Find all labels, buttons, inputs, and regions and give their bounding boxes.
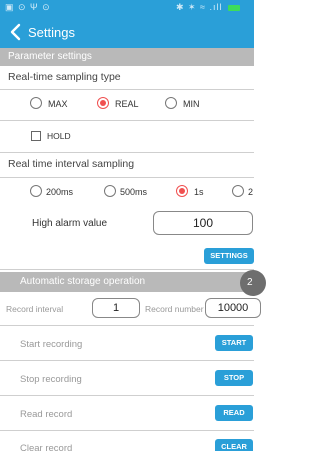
hold-checkbox[interactable] [31,131,41,141]
radio-200ms-label: 200ms [46,187,74,197]
app-bar: Settings [0,16,254,48]
interval-sampling-title: Real time interval sampling [8,158,135,170]
radio-2s-label: 2 [248,187,254,197]
status-icons-left: ▣ ⊙ Ψ ⊙ [5,2,51,12]
divider [0,89,254,90]
radio-1s[interactable] [176,185,188,197]
clear-button[interactable]: CLEAR [215,439,253,451]
radio-500ms[interactable] [104,185,116,197]
record-interval-label: Record interval [6,304,64,314]
hold-label: HOLD [47,131,71,141]
radio-real[interactable] [97,97,109,109]
radio-2s[interactable] [232,185,244,197]
radio-200ms[interactable] [30,185,42,197]
sampling-type-title: Real-time sampling type [8,71,121,83]
high-alarm-label: High alarm value [32,218,108,229]
record-number-input[interactable]: 10000 [205,298,261,318]
storage-header: Automatic storage operation [0,272,254,292]
radio-500ms-label: 500ms [120,187,148,197]
stop-button[interactable]: STOP [215,370,253,386]
radio-max-label: MAX [48,99,68,109]
page-title: Settings [28,25,75,40]
stop-recording-label: Stop recording [20,374,82,385]
settings-button[interactable]: SETTINGS [204,248,254,264]
battery-icon [228,4,240,11]
radio-min-label: MIN [183,99,200,109]
start-recording-label: Start recording [20,339,83,350]
divider [0,430,254,431]
divider [0,120,254,121]
divider [0,360,254,361]
floating-badge[interactable]: 2 [240,270,266,296]
status-bar: ▣ ⊙ Ψ ⊙ ✱ ✶ ≈ .ıll [0,0,254,16]
divider [0,177,254,178]
signal-icons: ✱ ✶ ≈ .ıll [175,2,223,12]
divider [0,395,254,396]
read-record-label: Read record [20,409,73,420]
back-arrow-icon[interactable] [8,23,24,41]
divider [0,269,254,270]
read-button[interactable]: READ [215,405,253,421]
high-alarm-input[interactable]: 100 [153,211,253,235]
radio-max[interactable] [30,97,42,109]
record-number-label: Record number [145,304,204,314]
divider [0,325,254,326]
start-button[interactable]: START [215,335,253,351]
parameter-settings-header: Parameter settings [0,48,254,66]
status-icons-right: ✱ ✶ ≈ .ıll [176,2,240,13]
radio-min[interactable] [165,97,177,109]
radio-real-label: REAL [115,99,139,109]
radio-1s-label: 1s [194,187,204,197]
record-interval-input[interactable]: 1 [92,298,140,318]
clear-record-label: Clear record [20,443,73,451]
